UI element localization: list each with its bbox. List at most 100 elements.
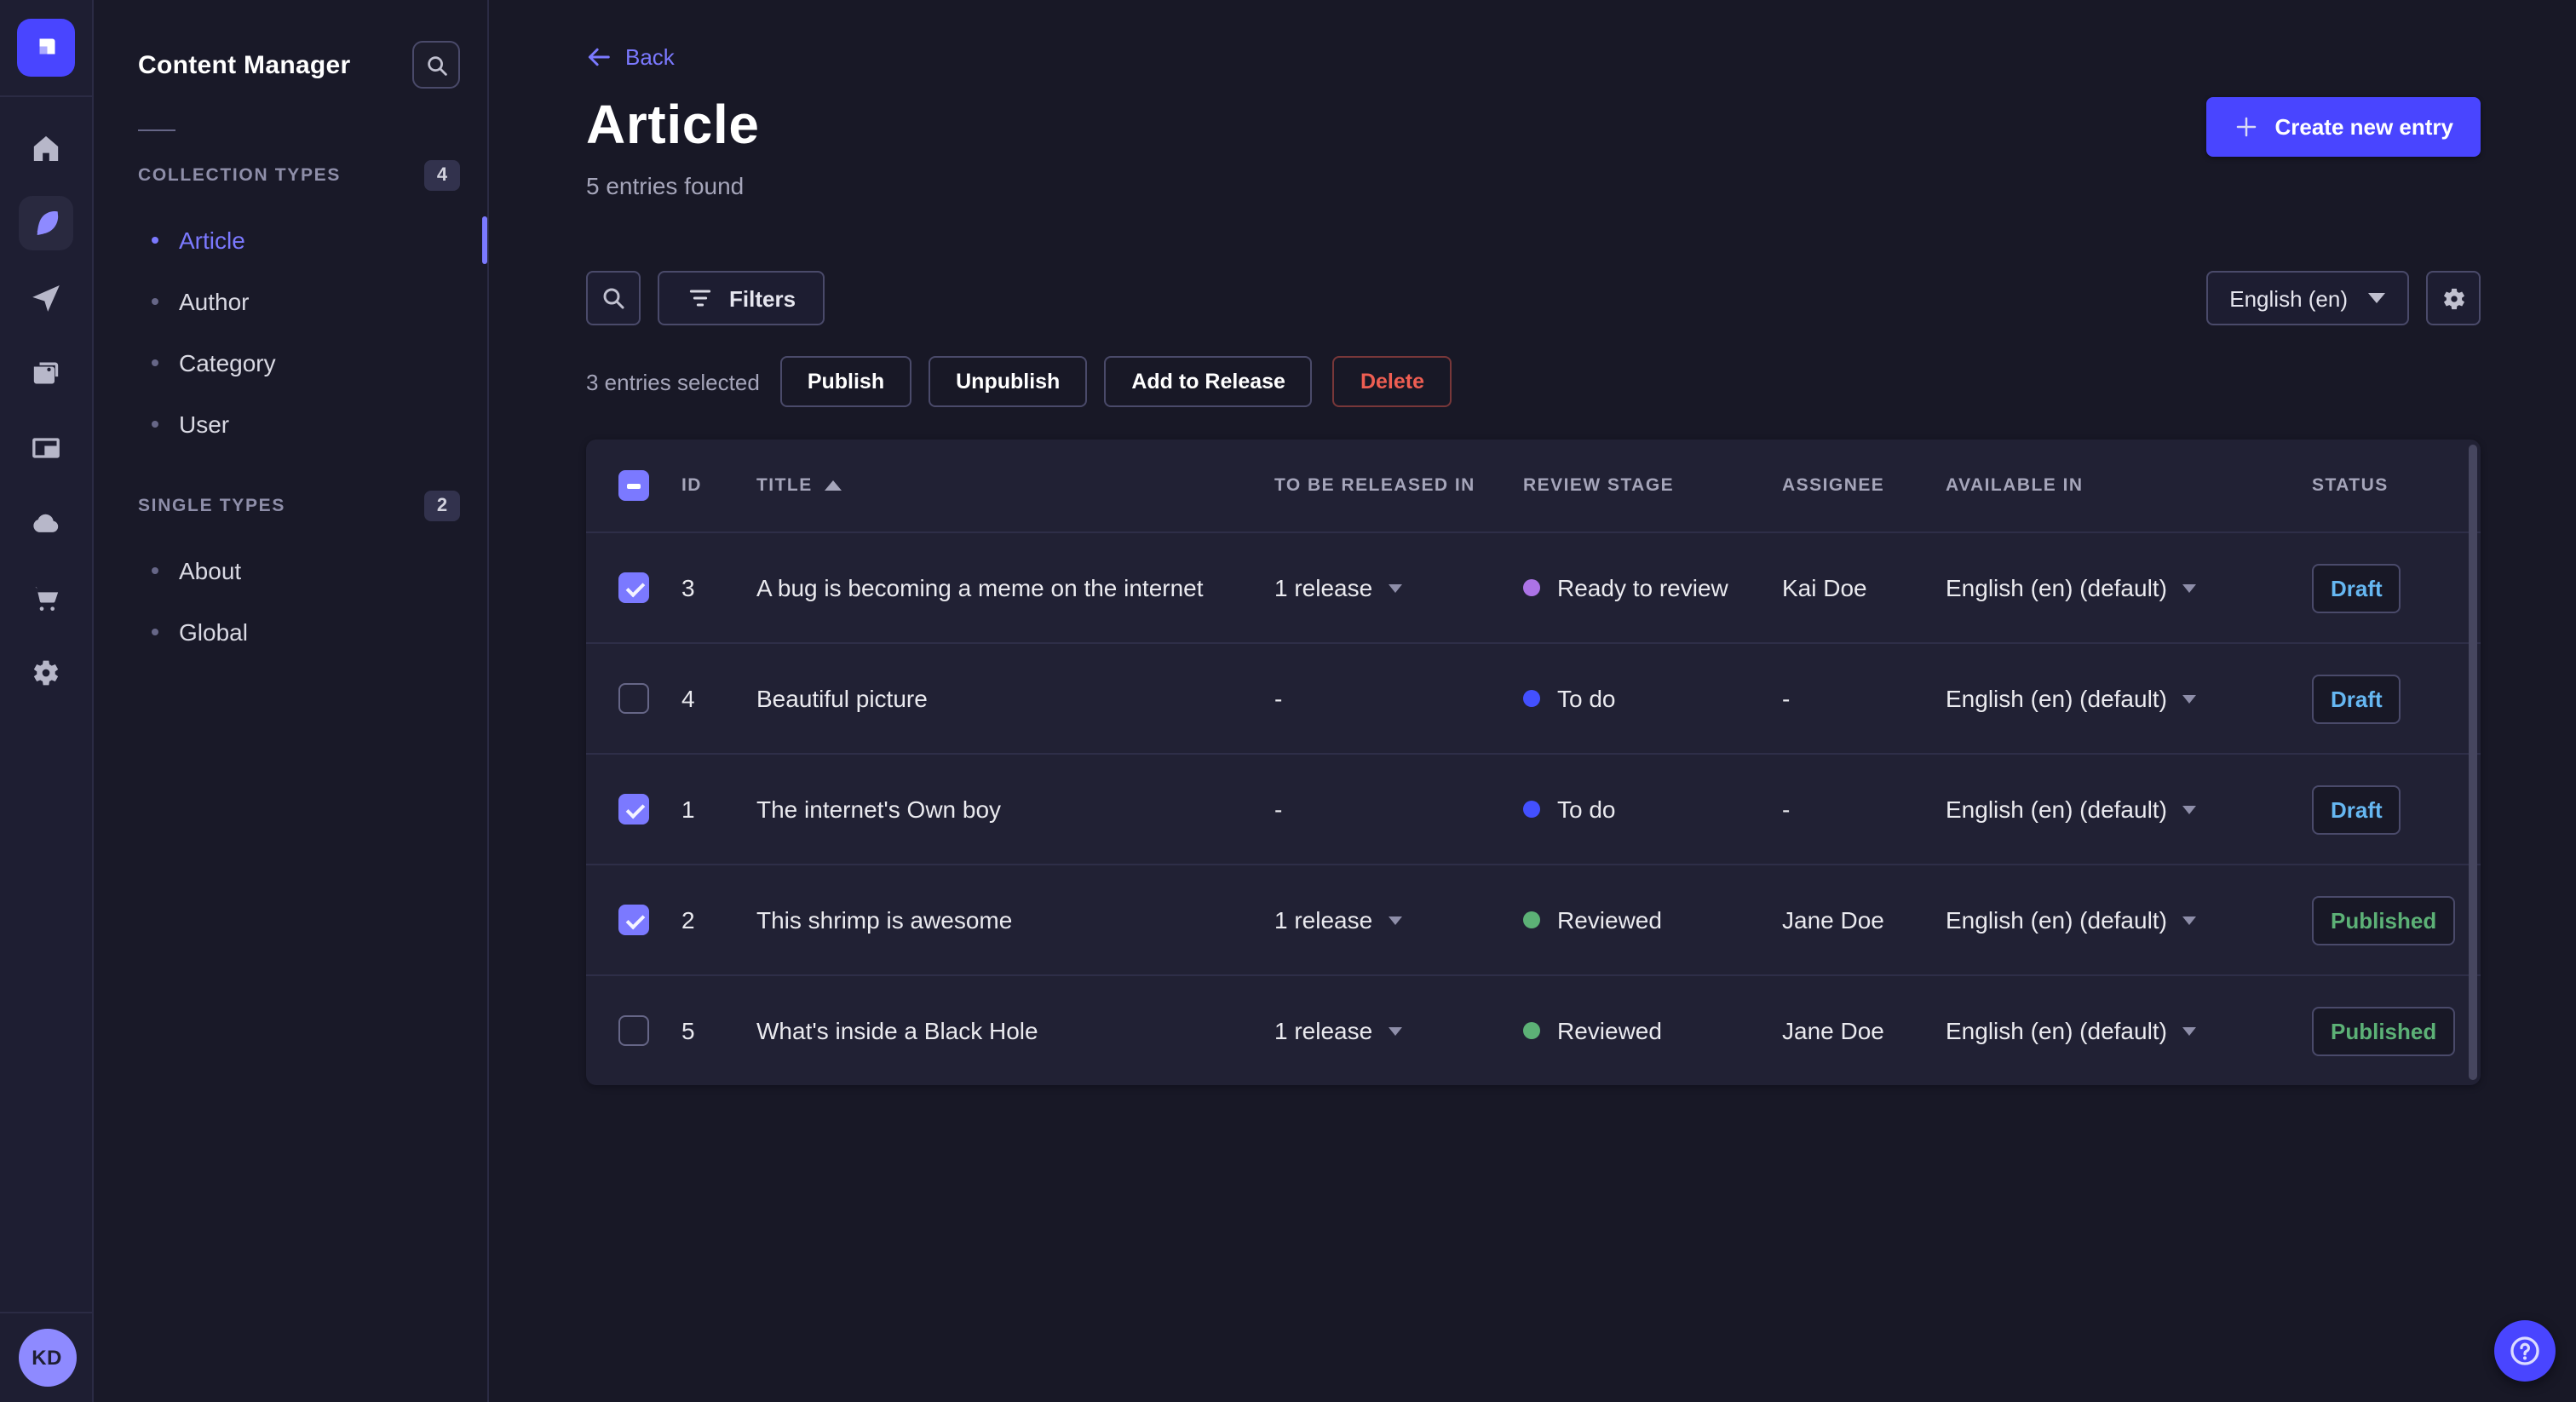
stage-dot-icon xyxy=(1523,579,1540,596)
section-label: SINGLE TYPES xyxy=(138,496,286,516)
column-header-review-stage[interactable]: REVIEW STAGE xyxy=(1523,475,1782,496)
create-new-entry-button[interactable]: Create new entry xyxy=(2206,97,2481,157)
stage-dot-icon xyxy=(1523,801,1540,818)
cell-assignee: Jane Doe xyxy=(1782,1017,1884,1044)
cell-title: A bug is becoming a meme on the internet xyxy=(756,574,1204,601)
publish-button[interactable]: Publish xyxy=(779,356,912,407)
paper-plane-icon xyxy=(32,285,60,312)
arrow-left-icon xyxy=(588,48,610,66)
search-button[interactable] xyxy=(586,271,641,325)
sidebar-item-global[interactable]: Global xyxy=(94,601,487,663)
cell-review-stage: Ready to review xyxy=(1523,574,1782,601)
select-all-checkbox[interactable] xyxy=(618,470,649,501)
table-header-row: ID TITLE TO BE RELEASED IN REVIEW STAGE … xyxy=(586,440,2481,531)
bullet-icon xyxy=(152,298,158,305)
chevron-down-icon xyxy=(1388,583,1402,592)
strapi-logo[interactable] xyxy=(17,19,75,77)
bullet-icon xyxy=(152,421,158,428)
locale-dropdown[interactable]: English (en) (default) xyxy=(1946,906,2196,934)
table-row[interactable]: 4 Beautiful picture - To do - English (e… xyxy=(586,642,2481,753)
locale-dropdown[interactable]: English (en) (default) xyxy=(1946,574,2196,601)
table-scrollbar[interactable] xyxy=(2469,445,2477,1080)
user-avatar[interactable]: KD xyxy=(18,1329,76,1387)
column-header-available-in[interactable]: AVAILABLE IN xyxy=(1946,475,2312,496)
cell-assignee: - xyxy=(1782,796,1791,823)
nav-releases[interactable] xyxy=(19,271,73,325)
locale-select[interactable]: English (en) xyxy=(2205,271,2409,325)
bullet-icon xyxy=(152,629,158,635)
sidebar-item-label: Category xyxy=(179,349,276,376)
cell-assignee: Jane Doe xyxy=(1782,906,1884,934)
row-checkbox[interactable] xyxy=(618,1015,649,1046)
cell-review-stage: To do xyxy=(1523,796,1782,823)
section-label: COLLECTION TYPES xyxy=(138,165,342,186)
nav-content-manager[interactable] xyxy=(19,196,73,250)
table-row[interactable]: 5 What's inside a Black Hole 1 release R… xyxy=(586,974,2481,1085)
cell-review-stage: Reviewed xyxy=(1523,906,1782,934)
back-link[interactable]: Back xyxy=(586,44,675,70)
sidebar-item-author[interactable]: Author xyxy=(94,271,487,332)
help-button[interactable] xyxy=(2494,1320,2556,1382)
cell-title: This shrimp is awesome xyxy=(756,906,1013,934)
gear-icon xyxy=(33,660,59,686)
chevron-down-icon xyxy=(1388,1026,1402,1035)
locale-dropdown[interactable]: English (en) (default) xyxy=(1946,796,2196,823)
chevron-down-icon xyxy=(2368,293,2385,303)
subnav-search-button[interactable] xyxy=(412,41,460,89)
column-header-status[interactable]: STATUS xyxy=(2312,475,2481,496)
locale-dropdown[interactable]: English (en) (default) xyxy=(1946,685,2196,712)
feather-icon xyxy=(37,211,59,235)
sidebar-item-label: Author xyxy=(179,288,250,315)
nav-deploy-cloud[interactable] xyxy=(19,496,73,550)
cell-id: 5 xyxy=(681,1017,695,1044)
filters-button[interactable]: Filters xyxy=(658,271,825,325)
gear-icon xyxy=(2442,287,2464,309)
nav-settings[interactable] xyxy=(19,646,73,700)
add-to-release-button[interactable]: Add to Release xyxy=(1104,356,1313,407)
delete-button[interactable]: Delete xyxy=(1332,356,1452,407)
subnav-title: Content Manager xyxy=(138,50,351,79)
nav-media-library[interactable] xyxy=(19,346,73,400)
column-header-title[interactable]: TITLE xyxy=(756,475,1274,496)
cell-title: What's inside a Black Hole xyxy=(756,1017,1038,1044)
cell-review-stage: To do xyxy=(1523,685,1782,712)
release-dropdown[interactable]: 1 release xyxy=(1274,906,1402,934)
status-badge: Published xyxy=(2312,895,2456,945)
status-badge: Draft xyxy=(2312,784,2401,834)
section-single-types: SINGLE TYPES 2 About Global xyxy=(94,486,487,663)
nav-home[interactable] xyxy=(19,121,73,175)
status-badge: Draft xyxy=(2312,674,2401,723)
row-checkbox[interactable] xyxy=(618,794,649,825)
cell-assignee: - xyxy=(1782,685,1791,712)
release-dropdown[interactable]: 1 release xyxy=(1274,1017,1402,1044)
cart-icon xyxy=(33,587,59,611)
table-row[interactable]: 3 A bug is becoming a meme on the intern… xyxy=(586,531,2481,642)
locale-dropdown[interactable]: English (en) (default) xyxy=(1946,1017,2196,1044)
column-header-assignee[interactable]: ASSIGNEE xyxy=(1782,475,1946,496)
entries-table: ID TITLE TO BE RELEASED IN REVIEW STAGE … xyxy=(586,440,2481,1085)
nav-content-type-builder[interactable] xyxy=(19,421,73,475)
back-label: Back xyxy=(625,44,675,70)
chevron-down-icon xyxy=(2182,916,2196,924)
row-checkbox[interactable] xyxy=(618,572,649,603)
create-button-label: Create new entry xyxy=(2274,114,2453,140)
sidebar-item-label: User xyxy=(179,411,230,438)
nav-marketplace[interactable] xyxy=(19,571,73,625)
cell-title: Beautiful picture xyxy=(756,685,928,712)
unpublish-button[interactable]: Unpublish xyxy=(929,356,1088,407)
table-row[interactable]: 1 The internet's Own boy - To do - Engli… xyxy=(586,753,2481,864)
row-checkbox[interactable] xyxy=(618,905,649,935)
cell-id: 2 xyxy=(681,906,695,934)
column-header-released[interactable]: TO BE RELEASED IN xyxy=(1274,475,1523,496)
sidebar-item-article[interactable]: Article xyxy=(94,210,487,271)
sidebar-item-user[interactable]: User xyxy=(94,394,487,455)
help-icon xyxy=(2510,1336,2539,1365)
subnav-divider xyxy=(138,129,175,131)
release-dropdown[interactable]: 1 release xyxy=(1274,574,1402,601)
column-header-id[interactable]: ID xyxy=(681,475,756,496)
row-checkbox[interactable] xyxy=(618,683,649,714)
view-settings-button[interactable] xyxy=(2426,271,2481,325)
sidebar-item-category[interactable]: Category xyxy=(94,332,487,394)
sidebar-item-about[interactable]: About xyxy=(94,540,487,601)
table-row[interactable]: 2 This shrimp is awesome 1 release Revie… xyxy=(586,864,2481,974)
